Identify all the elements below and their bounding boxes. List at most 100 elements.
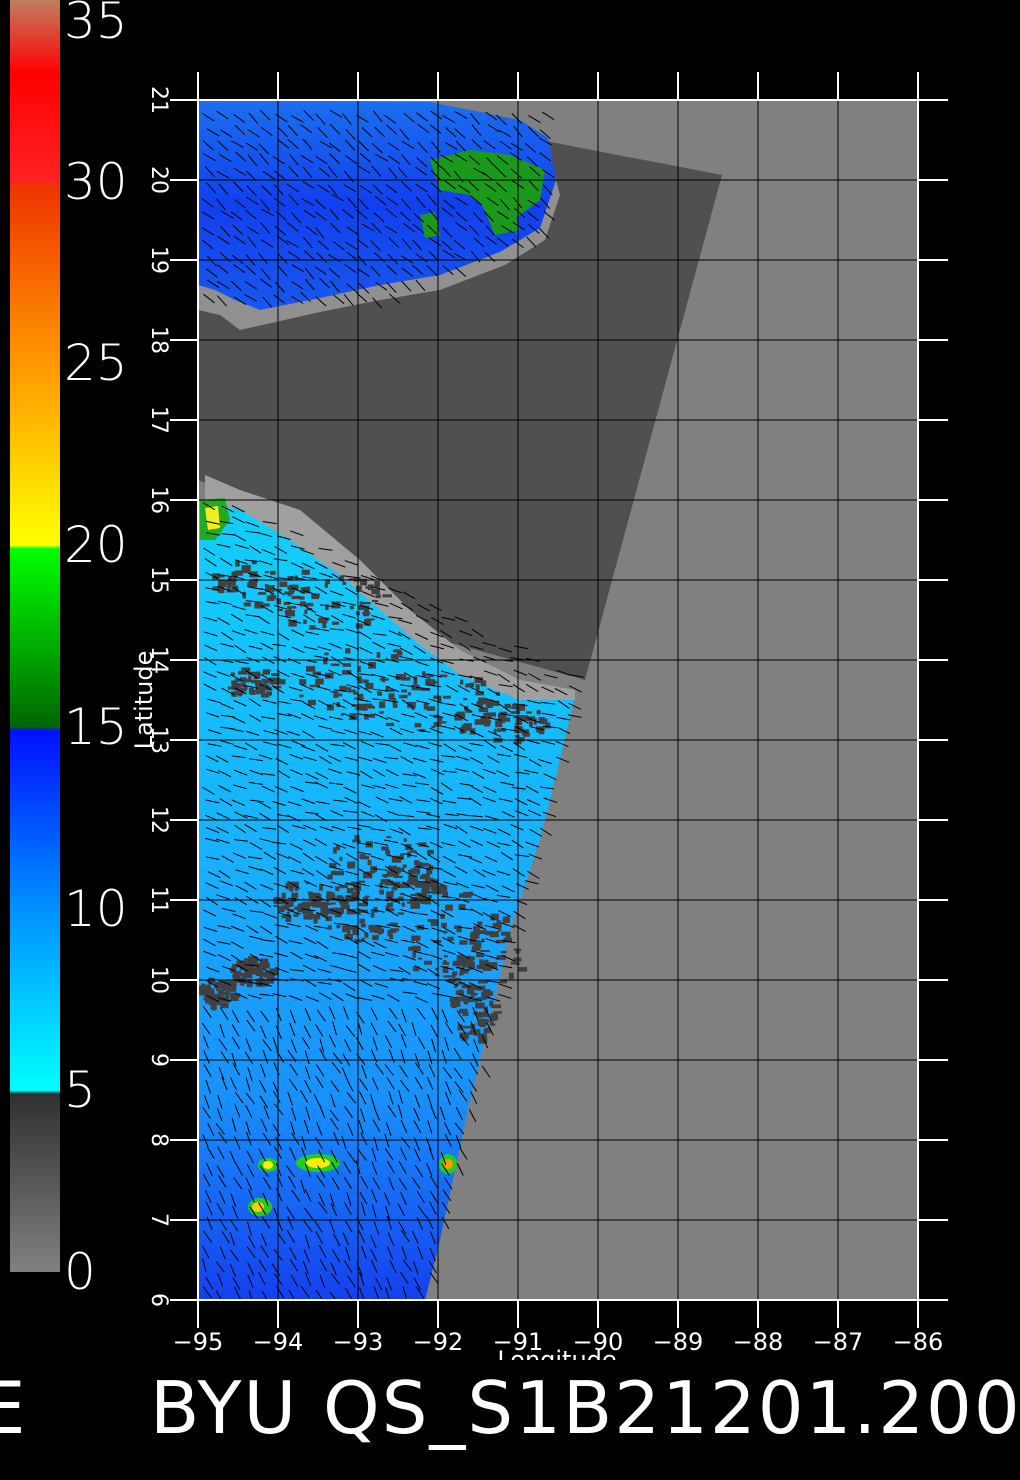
calm-cell [201,991,210,996]
calm-cell [319,884,323,891]
calm-cell [512,703,516,709]
calm-cell [461,724,470,731]
calm-cell [365,679,369,685]
calm-cell [264,584,269,587]
calm-cell [358,693,364,699]
calm-cell [226,980,237,987]
calm-cell [459,973,464,976]
calm-cell [471,946,481,951]
calm-cell [410,868,420,875]
calm-cell [419,875,427,880]
calm-cell [478,980,488,984]
calm-cell [385,849,389,854]
calm-cell [362,612,371,615]
calm-cell [386,891,394,898]
calm-cell [277,906,285,913]
calm-cell [345,648,351,654]
y-axis-label: Latitude [130,651,158,750]
calm-cell [234,570,243,576]
calm-cell [308,914,317,919]
lat-tick-label: 16 [146,486,171,514]
calm-cell [460,958,464,962]
calm-cell [205,1000,209,1004]
lon-tick-label: −95 [173,1328,224,1356]
calm-cell [444,904,453,911]
calm-cell [501,717,511,722]
calm-cell [360,855,369,860]
calm-cell [231,585,239,593]
calm-cell [226,579,236,586]
calm-cell [442,962,449,965]
lat-tick-label: 8 [146,1133,171,1147]
calm-cell [217,989,224,995]
calm-cell [240,682,246,688]
calm-cell [279,581,288,587]
calm-cell [257,684,262,689]
calm-cell [452,960,463,966]
calm-cell [483,1019,490,1023]
calm-cell [427,895,433,899]
calm-cell [456,928,462,933]
calm-cell [517,967,528,972]
calm-cell [298,903,303,906]
calm-cell [324,652,329,656]
calm-cell [293,913,299,917]
calm-cell [371,600,379,602]
wind-map: −95 −94 −93 −92 −91 −90 −89 −88 −87 −86 678910111… [130,72,948,1360]
calm-cell [339,856,343,861]
calm-cell [480,961,484,968]
calm-cell [521,732,526,736]
calm-cell [373,906,378,913]
calm-cell [354,835,360,841]
calm-cell [334,870,345,876]
calm-cell [342,925,350,933]
calm-cell [326,891,333,895]
calm-cell [426,891,433,894]
calm-cell [457,989,464,993]
calm-cell [320,912,328,915]
calm-cell [291,892,299,898]
calm-cell [430,886,438,891]
calm-cell [402,864,407,868]
calm-cell [254,604,258,609]
calm-cell [403,838,407,842]
calm-cell [320,905,329,912]
calm-cell [423,863,431,867]
calm-cell [379,889,384,895]
calm-cell [545,722,551,729]
calm-cell [330,870,336,875]
lon-tick-label: −89 [653,1328,704,1356]
calm-cell [430,919,439,926]
calm-cell [335,886,340,892]
calm-cell [299,679,307,685]
calm-cell [327,925,332,930]
calm-cell [220,1002,229,1009]
calm-cell [355,623,363,629]
calm-cell [374,580,380,588]
calm-cell [385,722,395,727]
calm-cell [307,891,313,895]
calm-cell [218,580,227,587]
calm-cell [425,679,435,686]
calm-cell [266,691,271,697]
lat-tick-label: 21 [146,86,171,114]
calm-cell [401,676,411,681]
lat-tick-label: 15 [146,566,171,594]
calm-cell [411,935,421,941]
calm-cell [464,997,469,1005]
calm-cell [502,916,510,923]
calm-cell [301,569,310,575]
lat-tick-label: 12 [146,806,171,834]
calm-cell [337,693,343,697]
calm-cell [473,928,481,935]
calm-cell [272,594,277,599]
calm-cell [424,960,433,965]
calm-cell [257,592,267,595]
lat-tick-label: 20 [146,166,171,194]
calm-cell [427,849,434,855]
calm-cell [423,703,429,710]
calm-cell [330,690,338,693]
calm-cell [412,951,416,958]
calm-cell [492,922,502,928]
calm-cell [483,720,491,727]
